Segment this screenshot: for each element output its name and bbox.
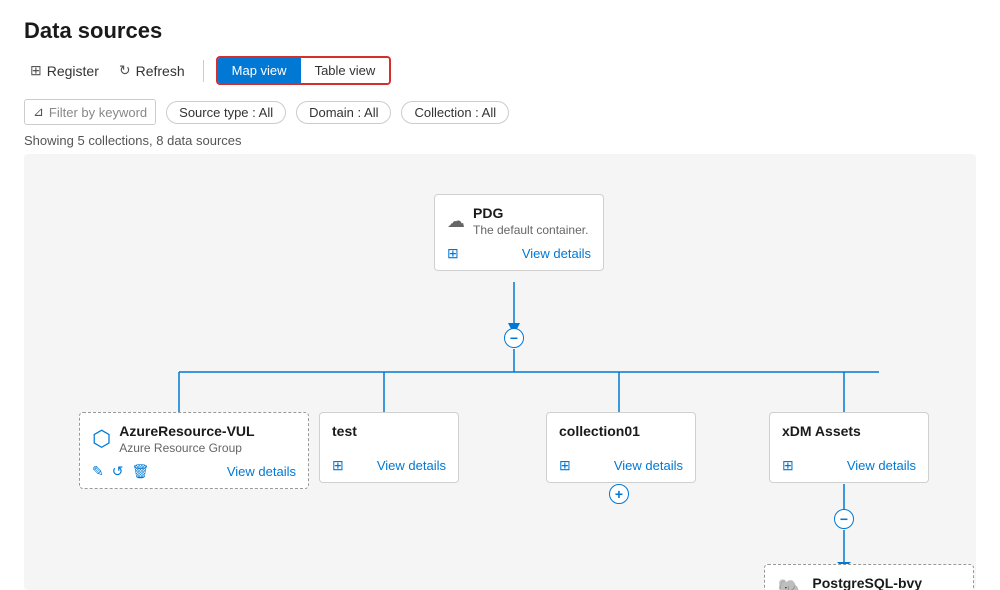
page-container: Data sources ⊞ Register ↻ Refresh Map vi… xyxy=(0,0,1000,590)
table-view-button[interactable]: Table view xyxy=(301,58,390,83)
collection-filter[interactable]: Collection : All xyxy=(401,101,509,124)
collection01-title: collection01 xyxy=(559,423,683,439)
collection01-view-details[interactable]: View details xyxy=(614,458,683,473)
pdg-subtitle: The default container. xyxy=(473,223,588,237)
azure-view-details[interactable]: View details xyxy=(227,464,296,479)
collection01-card: collection01 ⊞ View details xyxy=(546,412,696,483)
toolbar: ⊞ Register ↻ Refresh Map view Table view xyxy=(24,56,976,85)
keyword-filter[interactable]: ⊿ Filter by keyword xyxy=(24,99,156,125)
test-title: test xyxy=(332,423,446,439)
xdm-collapse-circle[interactable]: − xyxy=(834,509,854,529)
azure-card: ⬡ AzureResource-VUL Azure Resource Group… xyxy=(79,412,309,489)
pdg-table-icon[interactable]: ⊞ xyxy=(447,245,459,262)
azure-edit-icon[interactable]: ✎ xyxy=(92,463,104,480)
collection01-expand-circle[interactable]: + xyxy=(609,484,629,504)
pdg-card: ☁ PDG The default container. ⊞ View deta… xyxy=(434,194,604,271)
postgresql-icon: 🐘 xyxy=(777,578,804,590)
toolbar-divider xyxy=(203,60,204,82)
collection01-table-icon[interactable]: ⊞ xyxy=(559,457,571,474)
register-icon: ⊞ xyxy=(30,62,42,79)
map-view-button[interactable]: Map view xyxy=(218,58,301,83)
showing-text: Showing 5 collections, 8 data sources xyxy=(24,133,976,148)
azure-icon: ⬡ xyxy=(92,426,111,452)
filter-icon: ⊿ xyxy=(33,104,44,120)
xdm-card: xDM Assets ⊞ View details xyxy=(769,412,929,483)
view-toggle: Map view Table view xyxy=(216,56,392,85)
page-title: Data sources xyxy=(24,18,976,44)
filters-row: ⊿ Filter by keyword Source type : All Do… xyxy=(24,99,976,125)
pdg-title: PDG xyxy=(473,205,588,221)
xdm-title: xDM Assets xyxy=(782,423,916,439)
test-view-details[interactable]: View details xyxy=(377,458,446,473)
xdm-view-details[interactable]: View details xyxy=(847,458,916,473)
azure-link-icon[interactable]: ↺ xyxy=(112,463,124,480)
azure-subtitle: Azure Resource Group xyxy=(119,441,254,455)
pdg-collapse-circle[interactable]: − xyxy=(504,328,524,348)
register-button[interactable]: ⊞ Register xyxy=(24,58,105,83)
xdm-table-icon[interactable]: ⊞ xyxy=(782,457,794,474)
test-table-icon[interactable]: ⊞ xyxy=(332,457,344,474)
refresh-icon: ↻ xyxy=(119,62,131,79)
domain-filter[interactable]: Domain : All xyxy=(296,101,391,124)
azure-title: AzureResource-VUL xyxy=(119,423,254,439)
azure-delete-icon[interactable]: 🗑 xyxy=(131,463,149,480)
map-area: ☁ PDG The default container. ⊞ View deta… xyxy=(24,154,976,590)
postgresql-card: 🐘 PostgreSQL-bvy PostgreSQL ✎ ↺ 🗑 View d… xyxy=(764,564,974,590)
test-card: test ⊞ View details xyxy=(319,412,459,483)
refresh-button[interactable]: ↻ Refresh xyxy=(113,58,191,83)
source-type-filter[interactable]: Source type : All xyxy=(166,101,286,124)
pdg-icon: ☁ xyxy=(447,211,465,232)
pdg-view-details[interactable]: View details xyxy=(522,246,591,261)
postgresql-title: PostgreSQL-bvy xyxy=(812,575,922,590)
